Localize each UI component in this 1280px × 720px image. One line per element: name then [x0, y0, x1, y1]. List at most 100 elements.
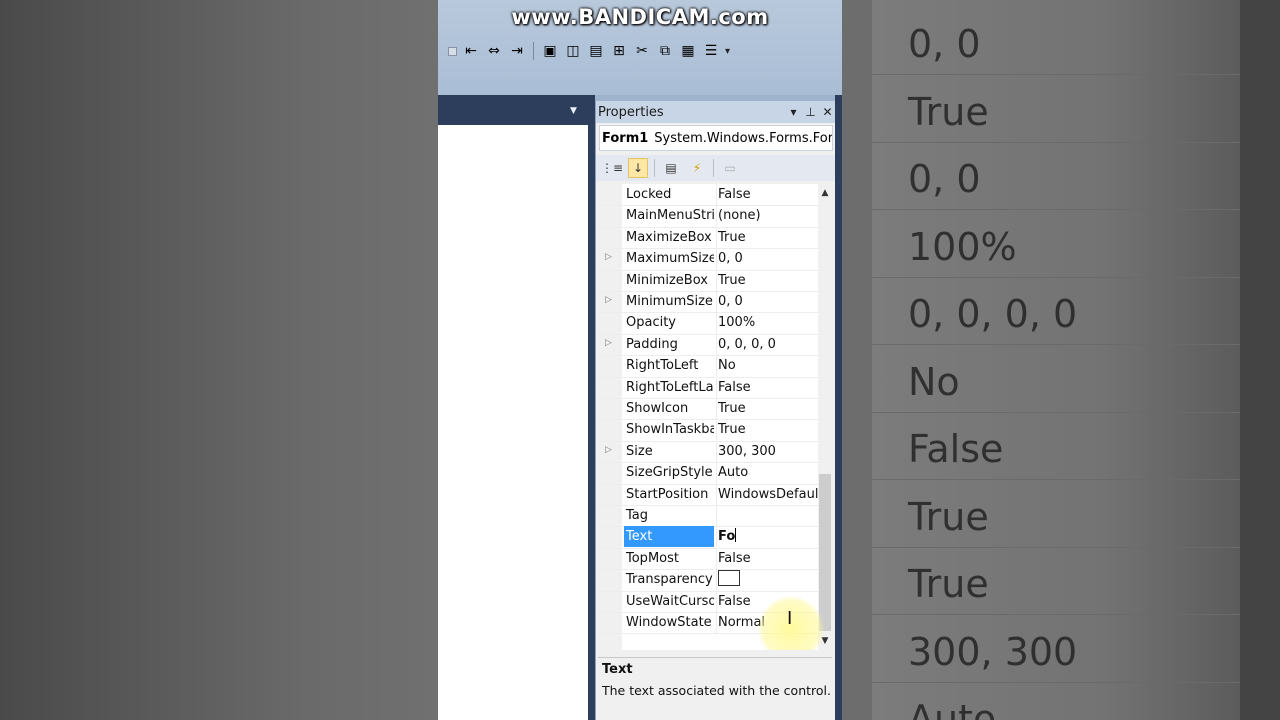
scroll-up-icon[interactable]: ▲ [818, 186, 832, 200]
property-row-minimumsize[interactable]: ▷ MinimumSize 0, 0 [598, 291, 818, 314]
property-value[interactable]: WindowsDefaultLocation [716, 483, 818, 505]
bring-front-icon[interactable]: ▣ [541, 42, 559, 60]
property-name[interactable]: MainMenuStrip [624, 205, 714, 226]
property-row-showintaskbar[interactable]: ShowInTaskbar True [598, 419, 818, 442]
property-name[interactable]: ShowIcon [624, 398, 714, 419]
property-row-sizegripstyle[interactable]: SizeGripStyle Auto [598, 462, 818, 485]
property-name[interactable]: WindowState [624, 612, 714, 633]
property-value[interactable]: Auto [716, 462, 818, 484]
toolbar-overflow-icon[interactable]: ▾ [725, 46, 730, 57]
toolbar-grip[interactable] [448, 46, 457, 56]
send-back-icon[interactable]: ◫ [564, 42, 582, 60]
property-row-tag[interactable]: Tag [598, 505, 818, 528]
object-selector[interactable]: Form1 System.Windows.Forms.Form ▼ [599, 125, 833, 151]
property-row-opacity[interactable]: Opacity 100% [598, 312, 818, 335]
align-left-icon[interactable]: ⇤ [462, 42, 480, 60]
paste-icon[interactable]: ▦ [679, 42, 697, 60]
window-position-icon[interactable]: ▾ [785, 105, 802, 119]
property-name[interactable]: Tag [624, 505, 714, 526]
property-row-maximizebox[interactable]: MaximizeBox True [598, 226, 818, 250]
property-value[interactable]: True [716, 226, 818, 248]
property-name[interactable]: StartPosition [624, 484, 714, 505]
property-row-locked[interactable]: Locked False [598, 184, 818, 207]
property-row-text[interactable]: Text Fo [598, 526, 818, 549]
close-icon[interactable]: ✕ [819, 105, 836, 119]
property-name[interactable]: Locked [624, 184, 714, 205]
property-name[interactable]: MaximizeBox [624, 227, 714, 248]
align-right-icon[interactable]: ⇥ [508, 42, 526, 60]
properties-view-icon[interactable]: ▤ [661, 158, 681, 178]
form-designer-surface[interactable] [438, 125, 588, 720]
tab-dropdown-icon[interactable]: ▼ [570, 106, 577, 116]
blurred-value-row: Auto [872, 681, 1242, 720]
property-value[interactable]: False [716, 184, 818, 205]
property-value[interactable]: 0, 0 [716, 291, 818, 312]
property-name[interactable]: ShowInTaskbar [624, 419, 714, 440]
events-lightning-icon[interactable]: ⚡ [687, 158, 707, 178]
property-row-maximumsize[interactable]: ▷ MaximumSize 0, 0 [598, 248, 818, 271]
property-name[interactable]: SizeGripStyle [624, 462, 714, 483]
properties-title-bar: Properties ▾ ⊥ ✕ [596, 101, 836, 123]
description-text: The text associated with the control. [602, 683, 831, 698]
property-value[interactable]: 0, 0 [716, 248, 818, 270]
property-name[interactable]: MaximumSize [624, 248, 714, 269]
property-value[interactable]: 100% [716, 312, 818, 334]
property-value[interactable]: 300, 300 [716, 440, 818, 462]
property-name[interactable]: RightToLeftLayout [624, 377, 714, 398]
property-value[interactable]: False [716, 376, 818, 398]
lock-icon[interactable]: ▤ [587, 42, 605, 60]
property-row-minimizebox[interactable]: MinimizeBox True [598, 269, 818, 292]
alphabetical-icon[interactable]: ↓ [628, 158, 648, 178]
scroll-thumb[interactable] [819, 474, 831, 631]
property-value-editor[interactable]: Fo [716, 526, 818, 548]
property-row-padding[interactable]: ▷ Padding 0, 0, 0, 0 [598, 333, 818, 357]
property-name[interactable]: MinimumSize [624, 291, 714, 312]
property-value[interactable]: 0, 0, 0, 0 [716, 333, 818, 355]
property-value[interactable]: False [716, 547, 818, 569]
bandicam-watermark: www.BANDICAM.com [511, 5, 769, 29]
expand-icon[interactable]: ▷ [605, 445, 612, 455]
property-pages-icon[interactable]: ▭ [720, 158, 740, 178]
property-row-topmost[interactable]: TopMost False [598, 547, 818, 571]
property-row-transparencykey[interactable]: TransparencyKey [598, 569, 818, 592]
property-name[interactable]: TopMost [624, 548, 714, 569]
property-row-startposition[interactable]: StartPositionWindowsDefaultLocation [598, 483, 818, 506]
description-title: Text [602, 662, 633, 677]
expand-icon[interactable]: ▷ [605, 338, 612, 348]
property-row-mainmenustrip[interactable]: MainMenuStrip (none) [598, 205, 818, 228]
property-name[interactable]: RightToLeft [624, 355, 714, 376]
property-name[interactable]: MinimizeBox [624, 270, 714, 291]
property-row-showicon[interactable]: ShowIcon True [598, 398, 818, 421]
property-row-size[interactable]: ▷ Size 300, 300 [598, 440, 818, 464]
property-name[interactable]: Text [624, 526, 714, 548]
properties-icon[interactable]: ☰ [702, 42, 720, 60]
expand-icon[interactable]: ▷ [605, 252, 612, 262]
property-value[interactable]: True [716, 419, 818, 441]
property-name[interactable]: Padding [624, 334, 714, 355]
property-value[interactable]: True [716, 269, 818, 291]
copy-icon[interactable]: ⧉ [656, 42, 674, 60]
property-name[interactable]: Opacity [624, 312, 714, 333]
property-grid: Locked False MainMenuStrip (none) MaximizeBo… [598, 184, 832, 650]
property-value[interactable] [716, 505, 818, 526]
blurred-value-row: True [872, 479, 1242, 548]
vertical-scrollbar[interactable]: ▲ ▼ [818, 184, 832, 650]
align-center-icon[interactable]: ⇔ [485, 42, 503, 60]
expand-icon[interactable]: ▷ [605, 295, 612, 305]
property-value[interactable]: True [716, 398, 818, 419]
property-value[interactable]: No [716, 355, 818, 377]
property-value[interactable]: (none) [716, 205, 818, 227]
property-row-righttoleftlayout[interactable]: RightToLeftLayoutFalse [598, 376, 818, 399]
property-value[interactable] [716, 569, 818, 591]
tab-order-icon[interactable]: ⊞ [610, 42, 628, 60]
property-name[interactable]: UseWaitCursor [624, 591, 714, 612]
categorized-icon[interactable]: ⋮≡ [601, 158, 623, 178]
cut-icon[interactable]: ✂ [633, 42, 651, 60]
color-swatch[interactable] [718, 570, 740, 587]
properties-title: Properties [598, 104, 664, 120]
pin-icon[interactable]: ⊥ [802, 105, 819, 119]
property-name[interactable]: TransparencyKey [624, 569, 714, 590]
property-row-righttoleft[interactable]: RightToLeft No [598, 355, 818, 378]
property-name[interactable]: Size [624, 441, 714, 462]
text-caret [735, 528, 737, 543]
